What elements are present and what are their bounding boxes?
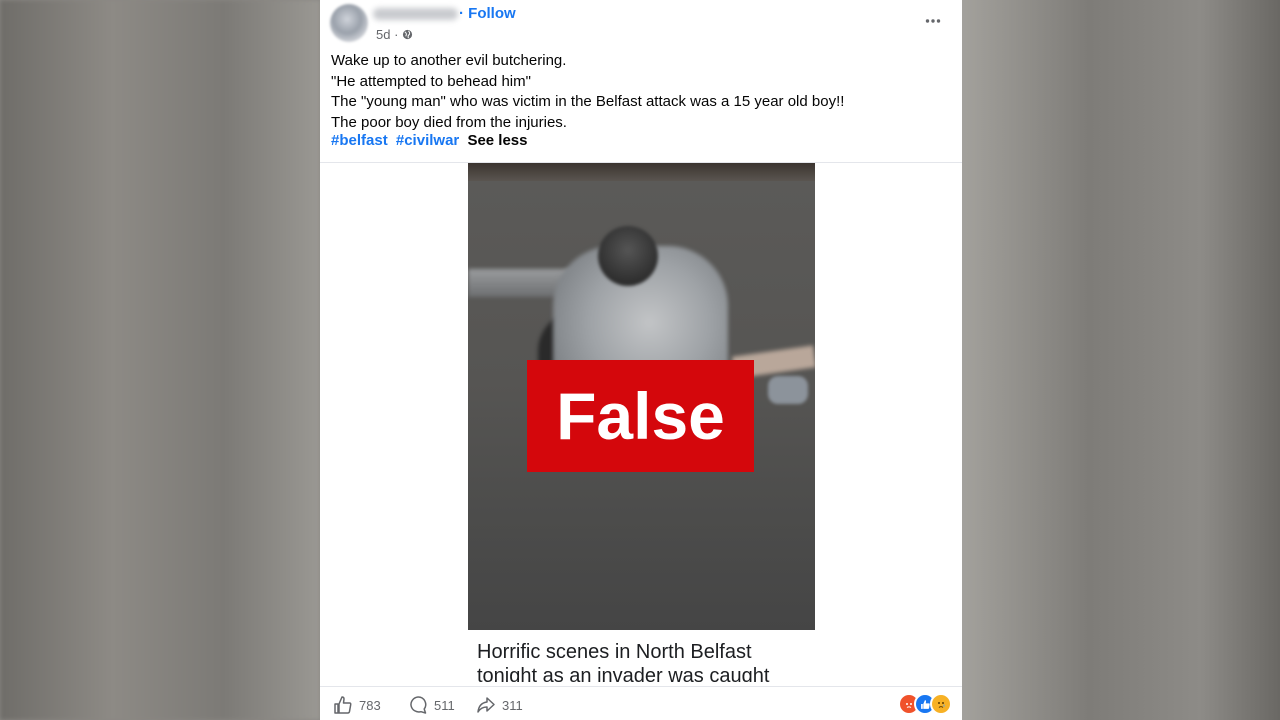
post-header: · Follow 5d ·: [320, 0, 962, 48]
video-caption: Horrific scenes in North Belfast tonight…: [468, 630, 815, 682]
like-count[interactable]: 783: [333, 695, 381, 715]
hashtag-row: #belfast #civilwar See less: [331, 132, 528, 149]
post-text: Wake up to another evil butchering. "He …: [331, 51, 951, 133]
see-less-link[interactable]: See less: [467, 132, 527, 149]
reaction-icons[interactable]: [898, 693, 952, 715]
share-icon: [477, 697, 495, 713]
post-time[interactable]: 5d ·: [376, 27, 398, 42]
comment-icon: [410, 696, 427, 714]
share-count[interactable]: 311: [476, 695, 523, 715]
follow-button[interactable]: · Follow: [459, 5, 516, 22]
post-meta: 5d ·: [376, 27, 413, 42]
engagement-bar: 783 511 311: [320, 686, 962, 720]
hashtag-belfast[interactable]: #belfast: [331, 132, 388, 149]
background-left: [0, 0, 320, 720]
sad-reaction-icon: [930, 693, 952, 715]
thumbs-up-icon: [334, 696, 352, 714]
author-name-blurred[interactable]: [373, 8, 458, 20]
globe-icon: [403, 29, 413, 40]
background-right: [962, 0, 1280, 720]
post-line: "He attempted to behead him": [331, 72, 531, 90]
false-rating-badge: False: [527, 360, 754, 472]
video-person-head: [598, 226, 658, 286]
video-top-strip: [468, 163, 815, 181]
post-line: Wake up to another evil butchering.: [331, 52, 567, 69]
facebook-post: · Follow 5d · Wake up to another evil bu…: [320, 0, 962, 720]
avatar[interactable]: [330, 4, 368, 42]
more-options-icon[interactable]: [924, 12, 942, 30]
hashtag-civilwar[interactable]: #civilwar: [396, 132, 459, 149]
video-caption-text: Horrific scenes in North Belfast tonight…: [477, 641, 770, 682]
like-count-value: 783: [359, 697, 381, 713]
video-shoe: [768, 376, 808, 404]
share-count-value: 311: [502, 697, 523, 713]
post-line: The poor boy died from the injuries.: [331, 113, 567, 131]
comment-count-value: 511: [434, 697, 455, 713]
post-line: The "young man" who was victim in the Be…: [331, 93, 845, 110]
comment-count[interactable]: 511: [408, 695, 455, 715]
